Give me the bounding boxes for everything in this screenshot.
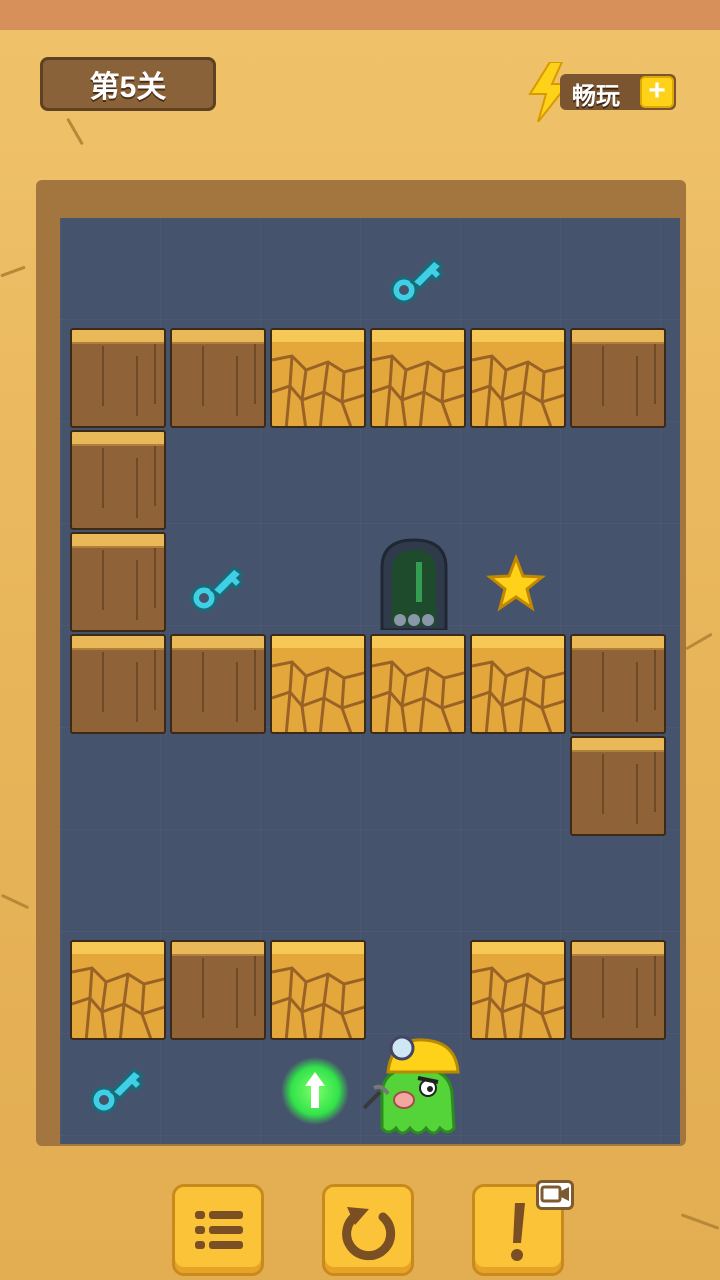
level-label: 第5关	[89, 71, 167, 104]
undo-icon	[342, 1207, 396, 1261]
up-arrow-icon[interactable]	[280, 1056, 350, 1126]
game-board[interactable]	[60, 218, 680, 1144]
cracked-block[interactable]	[370, 634, 466, 734]
cracked-block[interactable]	[470, 634, 566, 734]
dirt-block[interactable]	[570, 328, 666, 428]
dirt-block[interactable]	[70, 532, 166, 632]
exit-door[interactable]	[376, 538, 452, 630]
key-icon[interactable]	[186, 554, 250, 618]
dirt-block[interactable]	[170, 328, 266, 428]
cracked-block[interactable]	[470, 328, 566, 428]
level-badge: 第5关	[40, 57, 216, 111]
restart-button[interactable]	[322, 1184, 414, 1276]
dirt-block[interactable]	[170, 940, 266, 1040]
cracked-block[interactable]	[270, 634, 366, 734]
cracked-block[interactable]	[270, 940, 366, 1040]
key-icon[interactable]	[386, 246, 450, 310]
dirt-block[interactable]	[170, 634, 266, 734]
dirt-block[interactable]	[570, 940, 666, 1040]
plus-icon: +	[640, 76, 674, 108]
dirt-block[interactable]	[570, 736, 666, 836]
miner-monster-icon[interactable]	[360, 1032, 470, 1142]
dirt-block[interactable]	[570, 634, 666, 734]
dirt-block[interactable]	[70, 328, 166, 428]
dirt-block[interactable]	[70, 430, 166, 530]
menu-button[interactable]	[172, 1184, 264, 1276]
list-icon	[195, 1211, 243, 1249]
star-icon[interactable]	[485, 553, 547, 614]
cracked-block[interactable]	[70, 940, 166, 1040]
video-icon	[536, 1180, 574, 1210]
cracked-block[interactable]	[370, 328, 466, 428]
key-icon[interactable]	[86, 1056, 150, 1120]
play-plus-button[interactable]: 畅玩 +	[526, 62, 682, 122]
status-strip	[0, 0, 720, 30]
cracked-block[interactable]	[270, 328, 366, 428]
play-plus-label: 畅玩	[572, 83, 620, 110]
dirt-block[interactable]	[70, 634, 166, 734]
cracked-block[interactable]	[470, 940, 566, 1040]
